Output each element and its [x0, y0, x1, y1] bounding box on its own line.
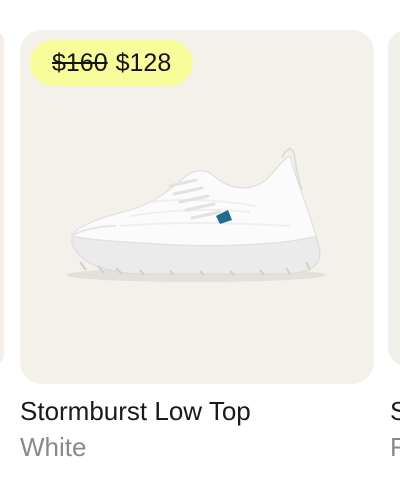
previous-product-card[interactable]: [0, 30, 4, 366]
original-price: $160: [52, 48, 108, 77]
product-name[interactable]: Stormburst Low Top: [20, 396, 251, 427]
sale-price: $128: [115, 48, 172, 77]
product-carousel: $160 $128 Stormburst Low Top White S F: [0, 0, 400, 488]
price-badge: $160 $128: [30, 40, 194, 86]
product-color: White: [20, 432, 87, 462]
next-product-card[interactable]: [388, 30, 400, 366]
product-card[interactable]: $160 $128: [20, 30, 374, 384]
next-product-name[interactable]: S: [390, 396, 400, 427]
next-product-color: F: [390, 432, 400, 462]
